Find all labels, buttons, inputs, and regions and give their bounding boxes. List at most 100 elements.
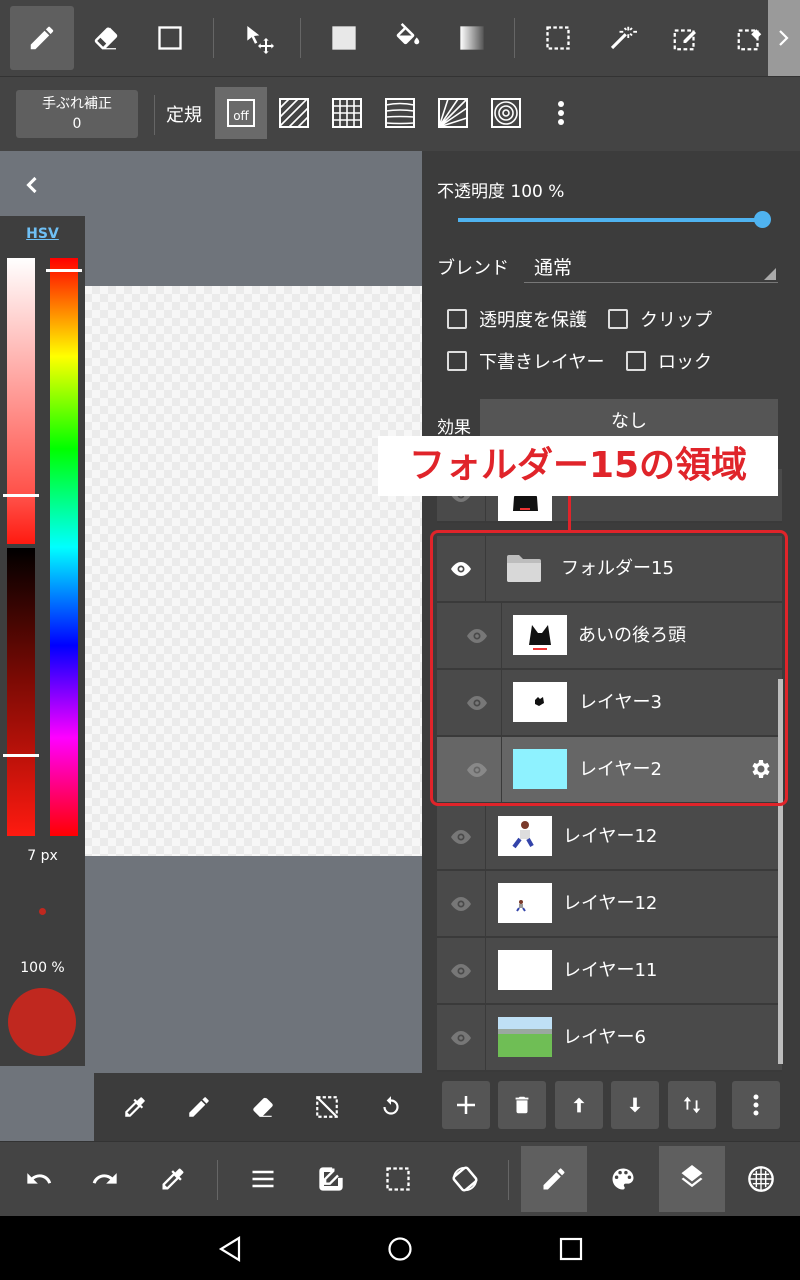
folder-highlight-box xyxy=(430,530,788,806)
arrow-down-icon xyxy=(624,1094,646,1116)
value-handle[interactable] xyxy=(3,754,39,757)
quick-pen-button[interactable] xyxy=(174,1083,224,1131)
recents-icon[interactable] xyxy=(559,1237,583,1261)
transform-button[interactable] xyxy=(432,1146,498,1212)
ruler-off-icon: off xyxy=(227,99,255,127)
stabilizer-button[interactable]: 手ぶれ補正 0 xyxy=(16,90,138,138)
magic-wand-tool-button[interactable] xyxy=(590,6,654,70)
pen-icon xyxy=(27,23,57,53)
eyedropper-button[interactable] xyxy=(110,1083,160,1131)
ruler-more-button[interactable] xyxy=(535,87,587,139)
menu-button[interactable] xyxy=(230,1146,296,1212)
grid-ruler-button[interactable] xyxy=(321,87,373,139)
color-palette-button[interactable] xyxy=(590,1146,656,1212)
undo-icon xyxy=(25,1165,53,1193)
back-icon[interactable] xyxy=(218,1236,242,1262)
undo-button[interactable] xyxy=(6,1146,72,1212)
swap-vertical-icon xyxy=(681,1094,703,1116)
visibility-toggle[interactable] xyxy=(437,871,486,936)
select-tool-button[interactable] xyxy=(526,6,590,70)
redo-button[interactable] xyxy=(72,1146,138,1212)
protect-alpha-checkbox[interactable]: 透明度を保護 xyxy=(447,306,587,332)
layer-row-12b[interactable]: レイヤー12 xyxy=(437,871,782,938)
chevron-right-icon xyxy=(776,28,792,48)
color-picker-button[interactable] xyxy=(140,1146,206,1212)
home-icon[interactable] xyxy=(387,1236,413,1262)
blend-value: 通常 xyxy=(534,257,573,279)
clear-selection-button[interactable] xyxy=(302,1083,352,1131)
perspective-ruler-button[interactable] xyxy=(374,87,426,139)
hsv-mode-button[interactable]: HSV xyxy=(0,226,85,242)
layer-name: レイヤー12 xyxy=(563,893,658,914)
pen-tool-button[interactable] xyxy=(10,6,74,70)
canvas-area[interactable]: HSV 7 px 100 % xyxy=(0,151,422,1073)
fill-rect-tool-button[interactable] xyxy=(312,6,376,70)
select-pen-tool-button[interactable] xyxy=(654,6,718,70)
visibility-toggle[interactable] xyxy=(437,1005,486,1070)
quick-eraser-button[interactable] xyxy=(238,1083,288,1131)
effect-label: 効果 xyxy=(437,418,471,438)
add-layer-button[interactable] xyxy=(442,1081,490,1129)
visibility-toggle[interactable] xyxy=(437,938,486,1003)
opacity-slider-handle[interactable] xyxy=(754,211,771,228)
arrow-up-icon xyxy=(568,1094,590,1116)
move-tool-button[interactable] xyxy=(226,6,290,70)
toolbar-scroll-button[interactable] xyxy=(768,0,800,76)
brush-size-label: 7 px xyxy=(27,848,58,864)
layer-row-11[interactable]: レイヤー11 xyxy=(437,938,782,1005)
layer-thumbnail xyxy=(498,1017,552,1057)
lock-checkbox[interactable]: ロック xyxy=(626,348,712,374)
opacity-label: 不透明度 100 % xyxy=(437,182,565,202)
move-layer-down-button[interactable] xyxy=(611,1081,659,1129)
blend-label: ブレンド xyxy=(437,258,509,279)
swap-layer-button[interactable] xyxy=(668,1081,716,1129)
eraser-tool-button[interactable] xyxy=(74,6,138,70)
palette-icon xyxy=(609,1165,637,1193)
layer-row-12a[interactable]: レイヤー12 xyxy=(437,804,782,871)
layer-row-6[interactable]: レイヤー6 xyxy=(437,1005,782,1072)
bucket-tool-button[interactable] xyxy=(376,6,440,70)
layers-panel-button[interactable] xyxy=(659,1146,725,1212)
delete-layer-button[interactable] xyxy=(498,1081,546,1129)
ruler-off-button[interactable]: off xyxy=(215,87,267,139)
visibility-toggle[interactable] xyxy=(437,804,486,869)
shape-tool-button[interactable] xyxy=(138,6,202,70)
draft-layer-checkbox[interactable]: 下書きレイヤー xyxy=(447,348,604,374)
opacity-slider[interactable] xyxy=(458,218,762,222)
select-icon xyxy=(384,1165,412,1193)
selection-button[interactable] xyxy=(365,1146,431,1212)
saturation-handle[interactable] xyxy=(3,494,39,497)
move-layer-up-button[interactable] xyxy=(555,1081,603,1129)
pen-icon xyxy=(540,1165,568,1193)
move-icon xyxy=(242,22,274,54)
collapse-panel-button[interactable] xyxy=(18,171,46,199)
radial-ruler-button[interactable] xyxy=(427,87,479,139)
clip-checkbox[interactable]: クリップ xyxy=(608,306,712,332)
layer-more-button[interactable] xyxy=(732,1081,780,1129)
fill-rect-icon xyxy=(330,24,358,52)
main-bottom-bar xyxy=(0,1141,800,1217)
hue-slider[interactable] xyxy=(50,258,78,836)
redo-icon xyxy=(91,1165,119,1193)
blend-select[interactable]: 通常 xyxy=(524,246,778,283)
hue-handle[interactable] xyxy=(46,269,82,272)
gradient-tool-button[interactable] xyxy=(440,6,504,70)
clip-label: クリップ xyxy=(640,310,712,331)
lock-label: ロック xyxy=(658,352,712,373)
saturation-slider[interactable] xyxy=(7,258,35,544)
select-eraser-icon xyxy=(735,23,765,53)
brush-panel-button[interactable] xyxy=(521,1146,587,1212)
deselect-icon xyxy=(314,1094,340,1120)
value-slider[interactable] xyxy=(7,548,35,836)
edit-button[interactable] xyxy=(298,1146,364,1212)
parallel-ruler-button[interactable] xyxy=(268,87,320,139)
drawing-canvas[interactable] xyxy=(84,286,422,856)
current-color-swatch[interactable] xyxy=(8,988,76,1056)
rotate-button[interactable] xyxy=(366,1083,416,1131)
select-pen-icon xyxy=(671,23,701,53)
checkbox-icon xyxy=(608,309,628,329)
concentric-ruler-button[interactable] xyxy=(480,87,532,139)
menu-icon xyxy=(249,1165,277,1193)
material-button[interactable] xyxy=(728,1146,794,1212)
parallel-ruler-icon xyxy=(279,98,309,128)
